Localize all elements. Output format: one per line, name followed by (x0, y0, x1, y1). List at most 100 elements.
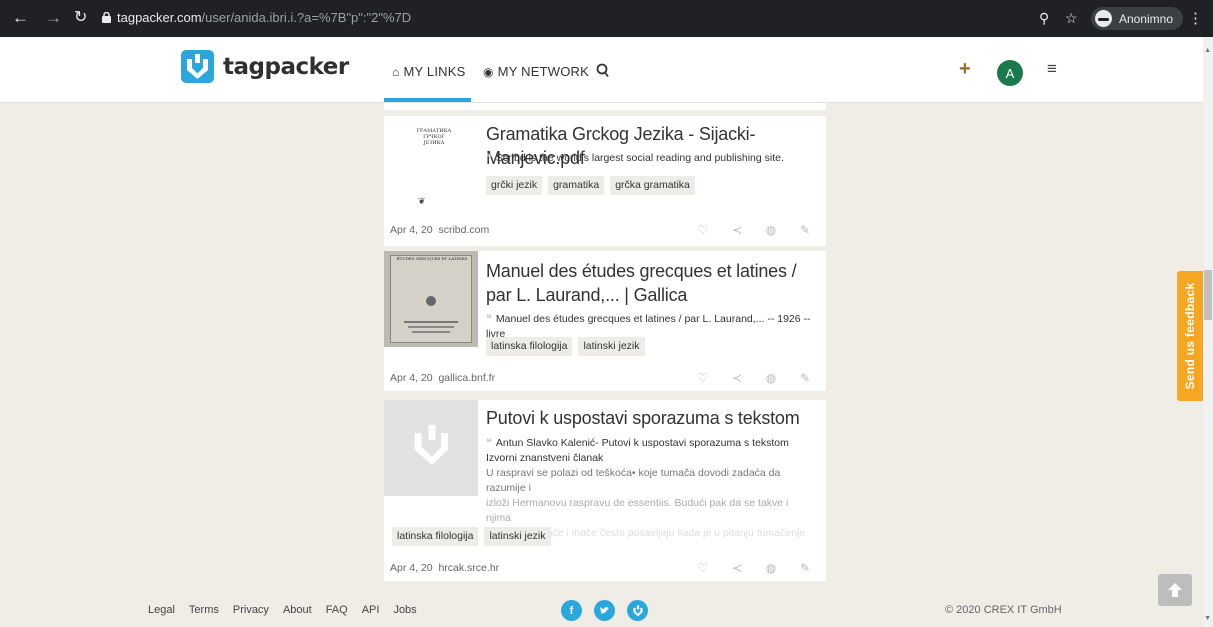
thumb-text-2: ГРЧКОГ ЈЕЗИКА (423, 134, 445, 146)
arrow-up-icon (1168, 583, 1182, 597)
heart-icon[interactable]: ♡ (696, 371, 710, 385)
facebook-icon[interactable]: f (561, 600, 582, 621)
link-card[interactable]: Putovi k uspostavi sporazuma s tekstom ❝… (384, 400, 826, 581)
scroll-thumb[interactable] (1204, 270, 1212, 320)
avatar[interactable]: A (997, 60, 1023, 86)
tag[interactable]: latinski jezik (578, 337, 645, 356)
nav-my-links-label: MY LINKS (403, 64, 466, 79)
tag-list: latinska filologija latinski jezik (392, 527, 551, 546)
nav-my-network[interactable]: ◉ MY NETWORK (483, 64, 589, 79)
placeholder-logo-icon (414, 424, 448, 466)
footer-link-privacy[interactable]: Privacy (233, 604, 269, 616)
globe-icon[interactable]: ◍ (764, 371, 778, 385)
incognito-icon (1094, 10, 1112, 27)
link-description: ❝ Scribd is the world's largest social re… (486, 151, 784, 166)
footer-link-about[interactable]: About (283, 604, 312, 616)
link-thumbnail[interactable] (384, 400, 478, 496)
link-thumbnail[interactable]: ГРАМАТИКА ГРЧКОГ ЈЕЗИКА ❦ (384, 116, 478, 210)
avatar-initial: A (1005, 65, 1015, 81)
link-description: ❝ Antun Slavko Kalenić- Putovi k uspostav… (486, 436, 816, 541)
publisher-mark-icon: ❦ (418, 196, 426, 206)
link-domain[interactable]: hrcak.srce.hr (438, 562, 499, 574)
star-icon[interactable]: ☆ (1065, 10, 1078, 27)
description-line: Izvorni znanstveni članak (486, 452, 604, 464)
tagpacker-social-icon[interactable] (627, 600, 648, 621)
add-link-button[interactable]: + (959, 58, 971, 81)
more-menu-icon[interactable]: ⋮ (1188, 9, 1203, 27)
thumb-text-1: ÉTUDES GRECQUES ET LATINES (396, 256, 468, 261)
pencil-icon[interactable]: ✎ (798, 371, 812, 385)
quote-icon: ❝ (486, 437, 492, 449)
quote-icon: ❝ (486, 313, 492, 325)
back-arrow-icon[interactable]: ← (12, 9, 29, 27)
heart-icon[interactable]: ♡ (696, 223, 710, 237)
share-icon[interactable]: ≺ (730, 371, 744, 385)
scroll-down-icon[interactable]: ▼ (1204, 615, 1211, 622)
footer-link-legal[interactable]: Legal (148, 604, 175, 616)
tag-list: grčki jezik gramatika grčka gramatika (486, 176, 695, 195)
forward-arrow-icon[interactable]: → (45, 9, 62, 27)
footer-link-faq[interactable]: FAQ (326, 604, 348, 616)
link-thumbnail[interactable]: ÉTUDES GRECQUES ET LATINES (384, 251, 478, 347)
zoom-icon[interactable]: ⚲ (1039, 10, 1049, 27)
feedback-button[interactable]: Send us feedback (1177, 271, 1203, 401)
share-icon[interactable]: ≺ (730, 561, 744, 575)
page-scrollbar[interactable]: ▲ ▼ (1203, 37, 1213, 627)
globe-icon[interactable]: ◍ (764, 561, 778, 575)
card-actions: ♡ ≺ ◍ ✎ (696, 371, 812, 385)
link-domain[interactable]: scribd.com (438, 224, 489, 236)
profile-button[interactable]: Anonimno (1090, 7, 1183, 30)
tagpacker-logo-icon (181, 50, 214, 83)
link-domain[interactable]: gallica.bnf.fr (438, 372, 495, 384)
card-actions: ♡ ≺ ◍ ✎ (696, 561, 812, 575)
hamburger-menu-icon[interactable]: ≡ (1047, 59, 1057, 79)
link-card[interactable]: ÉTUDES GRECQUES ET LATINES Manuel des ét… (384, 251, 826, 391)
browser-toolbar: ← → ↻ tagpacker.com/user/anida.ibri.i.?a… (0, 0, 1213, 37)
address-bar[interactable]: tagpacker.com/user/anida.ibri.i.?a=%7B"p… (117, 10, 411, 26)
link-title[interactable]: Putovi k uspostavi sporazuma s tekstom (486, 406, 800, 430)
tag[interactable]: latinski jezik (484, 527, 551, 546)
tag[interactable]: grčki jezik (486, 176, 543, 195)
heart-icon[interactable]: ♡ (696, 561, 710, 575)
tag[interactable]: latinska filologija (392, 527, 479, 546)
link-description-text: Manuel des études grecques et latines / … (486, 313, 811, 340)
card-actions: ♡ ≺ ◍ ✎ (696, 223, 812, 237)
footer-link-api[interactable]: API (362, 604, 380, 616)
link-meta: Apr 4, 20 hrcak.srce.hr (390, 562, 499, 574)
link-description-text: Scribd is the world's largest social rea… (495, 152, 784, 164)
twitter-icon[interactable] (594, 600, 615, 621)
nav-active-indicator (384, 98, 471, 102)
link-date: Apr 4, 20 (390, 562, 433, 574)
pencil-icon[interactable]: ✎ (798, 223, 812, 237)
quote-icon: ❝ (486, 152, 492, 164)
share-icon[interactable]: ≺ (730, 223, 744, 237)
scroll-up-icon[interactable]: ▲ (1204, 47, 1211, 54)
nav-my-links[interactable]: ⌂ MY LINKS (392, 64, 466, 79)
previous-card-edge (384, 103, 826, 110)
tagpacker-mini-icon (632, 604, 643, 616)
tag[interactable]: latinska filologija (486, 337, 573, 356)
tag[interactable]: gramatika (548, 176, 605, 195)
reload-icon[interactable]: ↻ (74, 9, 87, 27)
logo[interactable]: tagpacker (181, 50, 349, 83)
profile-label: Anonimno (1118, 11, 1173, 26)
description-line: Antun Slavko Kalenić- Putovi k uspostavi… (495, 437, 789, 449)
footer-link-terms[interactable]: Terms (189, 604, 219, 616)
url-host: tagpacker.com (117, 10, 202, 25)
back-to-top-button[interactable] (1158, 574, 1192, 606)
pencil-icon[interactable]: ✎ (798, 561, 812, 575)
search-icon[interactable] (596, 63, 609, 79)
footer-link-jobs[interactable]: Jobs (393, 604, 416, 616)
link-title[interactable]: Manuel des études grecques et latines / … (486, 259, 822, 307)
site-header: tagpacker ⌂ MY LINKS ◉ MY NETWORK + A ≡ (0, 37, 1203, 103)
globe-icon: ◉ (483, 64, 494, 79)
link-date: Apr 4, 20 (390, 224, 433, 236)
nav-my-network-label: MY NETWORK (497, 64, 589, 79)
link-card[interactable]: ГРАМАТИКА ГРЧКОГ ЈЕЗИКА ❦ Gramatika Grck… (384, 116, 826, 246)
description-line: U raspravi se polazi od teškoća• koje tu… (486, 467, 781, 494)
globe-icon[interactable]: ◍ (764, 223, 778, 237)
twitter-bird-icon (600, 606, 609, 613)
tag[interactable]: grčka gramatika (610, 176, 695, 195)
link-date: Apr 4, 20 (390, 372, 433, 384)
logo-text: tagpacker (223, 53, 349, 80)
